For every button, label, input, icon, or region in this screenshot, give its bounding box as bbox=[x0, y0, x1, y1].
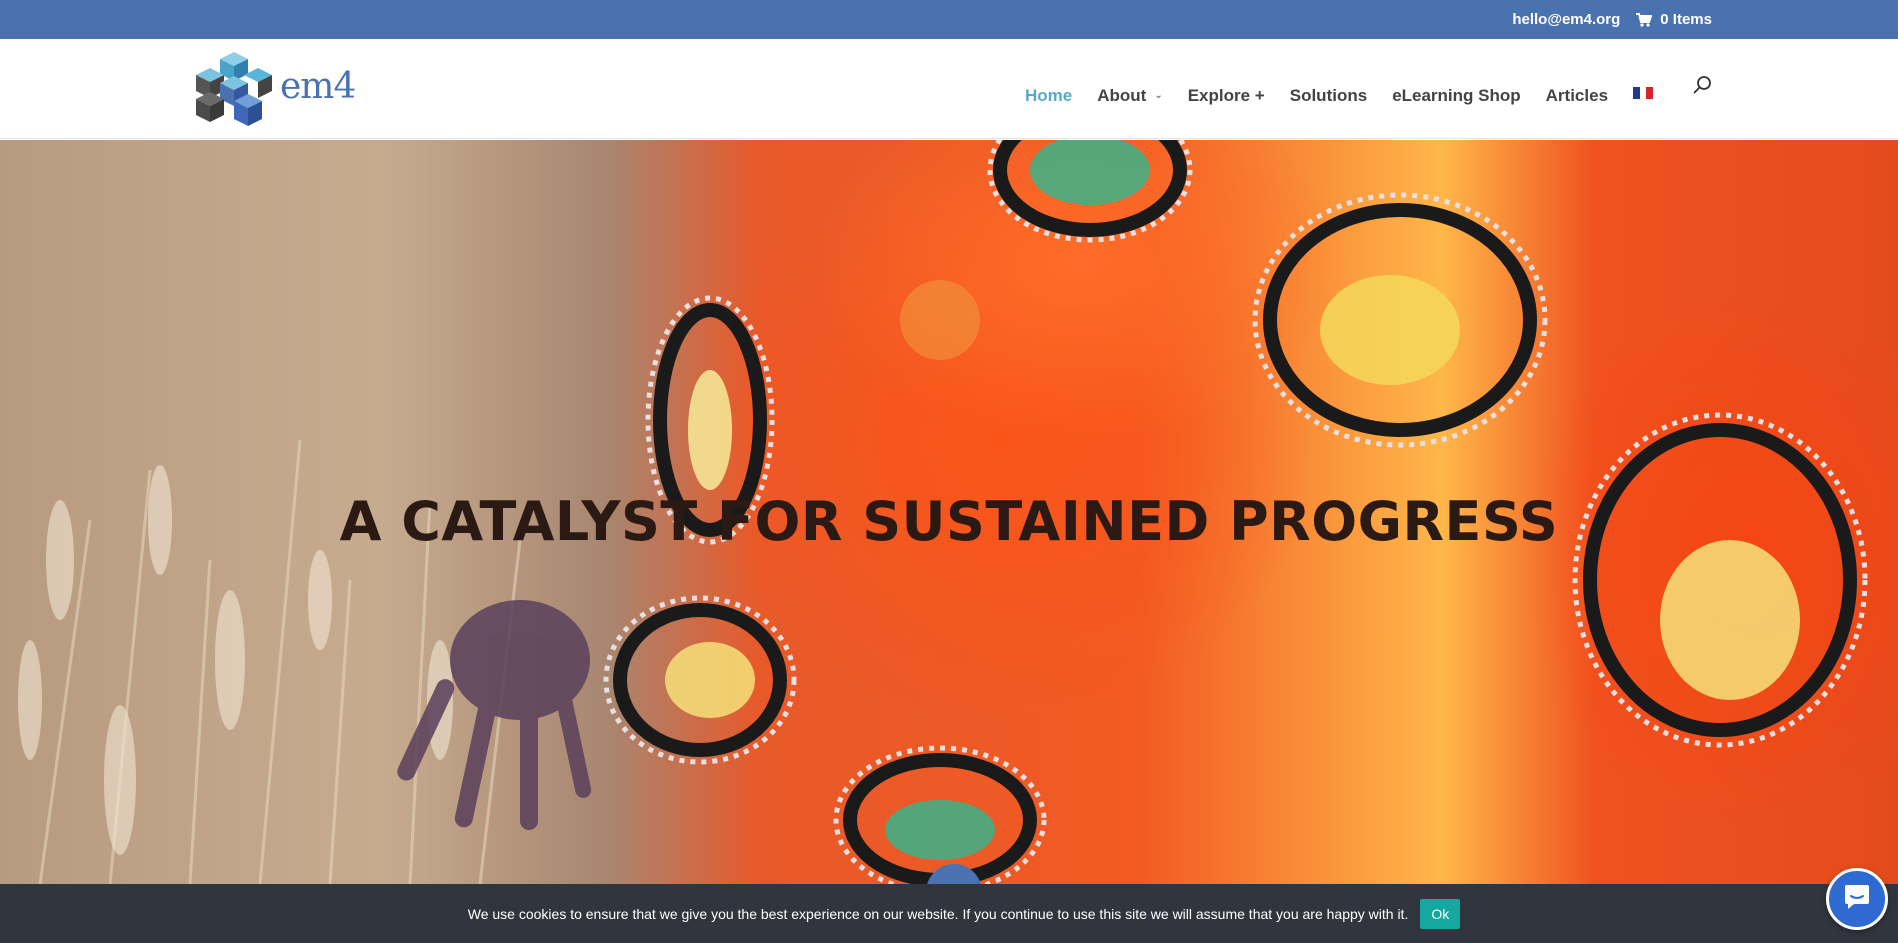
nav-item-label: About bbox=[1097, 86, 1147, 105]
main-navigation: Home About ⌄ Explore + Solutions eLearni… bbox=[1025, 39, 1654, 139]
nav-item-explore[interactable]: Explore + bbox=[1188, 86, 1265, 106]
nav-item-about[interactable]: About ⌄ bbox=[1097, 86, 1162, 106]
cube-cluster-icon bbox=[194, 50, 274, 128]
cookie-consent-message: We use cookies to ensure that we give yo… bbox=[467, 905, 1409, 922]
nav-item-label: Articles bbox=[1545, 86, 1609, 105]
cookie-accept-button[interactable]: Ok bbox=[1420, 898, 1461, 929]
site-logo[interactable]: em4 bbox=[194, 50, 364, 128]
top-bar-contact: hello@em4.org 0 Items bbox=[1512, 0, 1712, 39]
chat-bubble-icon bbox=[1842, 883, 1872, 916]
cart-link[interactable]: 0 Items bbox=[1636, 11, 1712, 28]
contact-email-link[interactable]: hello@em4.org bbox=[1512, 11, 1620, 28]
logo-wordmark: em4 bbox=[280, 65, 356, 107]
hero-section: A CATALYST FOR SUSTAINED PROGRESS bbox=[0, 140, 1898, 884]
french-flag-icon bbox=[1633, 87, 1654, 99]
nav-item-elearning-shop[interactable]: eLearning Shop bbox=[1392, 86, 1520, 106]
shopping-cart-icon bbox=[1636, 12, 1653, 27]
nav-item-solutions[interactable]: Solutions bbox=[1290, 86, 1367, 106]
chevron-down-icon: ⌄ bbox=[1154, 89, 1163, 101]
nav-item-language-french[interactable] bbox=[1633, 87, 1654, 99]
search-button[interactable] bbox=[1692, 75, 1714, 97]
nav-item-label: Solutions bbox=[1289, 86, 1368, 105]
nav-item-home[interactable]: Home bbox=[1025, 86, 1072, 106]
top-bar: hello@em4.org 0 Items bbox=[0, 0, 1898, 39]
chat-widget-button[interactable] bbox=[1826, 868, 1888, 930]
cart-count-label: 0 Items bbox=[1660, 11, 1712, 28]
nav-item-label: Explore + bbox=[1187, 86, 1265, 105]
site-header: em4 Home About ⌄ Explore + Solutions eLe… bbox=[0, 39, 1898, 139]
nav-item-label: eLearning Shop bbox=[1392, 86, 1521, 105]
cookie-consent-bar: We use cookies to ensure that we give yo… bbox=[0, 884, 1898, 943]
hero-headline: A CATALYST FOR SUSTAINED PROGRESS bbox=[339, 490, 1559, 553]
search-icon bbox=[1693, 76, 1713, 98]
nav-item-label: Home bbox=[1025, 86, 1073, 105]
nav-item-articles[interactable]: Articles bbox=[1546, 86, 1608, 106]
